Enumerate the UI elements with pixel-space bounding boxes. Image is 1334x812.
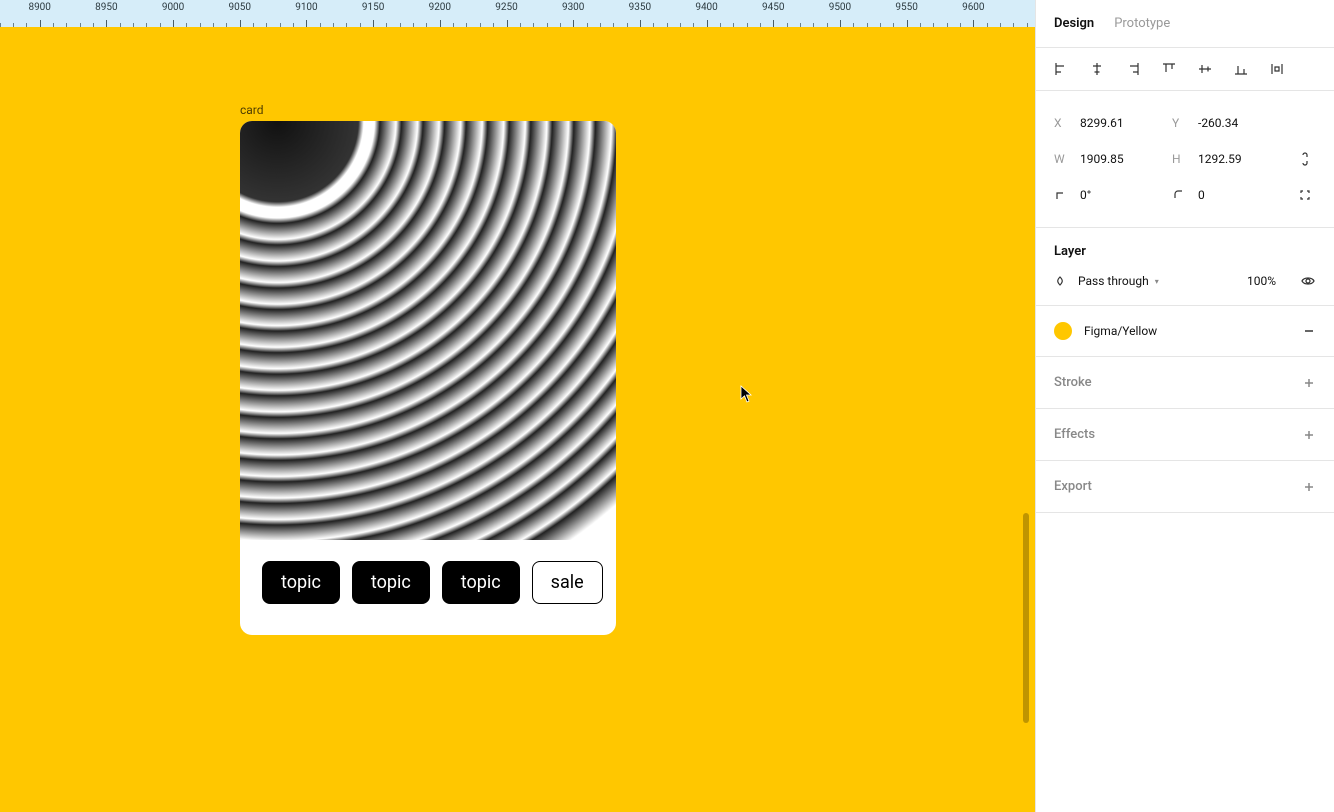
canvas-scrollbar[interactable]	[1023, 513, 1029, 723]
chip-row: topic topic topic sale	[240, 540, 616, 625]
geometry-section: X 8299.61 Y -260.34 W 1909.85 H 1292.59	[1036, 91, 1334, 228]
chip-2[interactable]: topic	[442, 561, 520, 604]
chevron-down-icon: ▾	[1155, 277, 1159, 286]
align-vcenter-icon[interactable]	[1198, 62, 1212, 76]
chip-0[interactable]: topic	[262, 561, 340, 604]
align-right-icon[interactable]	[1126, 62, 1140, 76]
detach-style-icon[interactable]	[1302, 324, 1316, 338]
align-hcenter-icon[interactable]	[1090, 62, 1104, 76]
corner-radius-icon	[1172, 188, 1186, 202]
ruler-tick-label: 8900	[28, 2, 50, 13]
ruler-tick-label: 9500	[829, 2, 851, 13]
align-section	[1036, 48, 1334, 91]
fill-style-name[interactable]: Figma/Yellow	[1084, 324, 1157, 338]
align-top-icon[interactable]	[1162, 62, 1176, 76]
fill-section: Figma/Yellow	[1036, 306, 1334, 357]
w-input[interactable]: 1909.85	[1080, 152, 1124, 166]
blend-mode-icon	[1054, 275, 1066, 287]
ruler-tick-label: 9350	[629, 2, 651, 13]
distribute-icon[interactable]	[1270, 62, 1284, 76]
ruler-tick-label: 9600	[962, 2, 984, 13]
radius-input[interactable]: 0	[1198, 188, 1205, 202]
add-stroke-icon[interactable]	[1302, 376, 1316, 390]
ruler-tick-label: 9450	[762, 2, 784, 13]
x-label: X	[1054, 116, 1068, 130]
layer-section: Layer Pass through ▾ 100%	[1036, 228, 1334, 306]
independent-corners-icon[interactable]	[1298, 188, 1312, 202]
ruler-tick-label: 9100	[295, 2, 317, 13]
stroke-section: Stroke	[1036, 357, 1334, 409]
effects-section: Effects	[1036, 409, 1334, 461]
canvas[interactable]: 8850890089509000905091009150920092509300…	[0, 0, 1035, 812]
panel-tabs: Design Prototype	[1036, 0, 1334, 48]
opacity-input[interactable]: 100%	[1247, 274, 1276, 288]
stroke-title: Stroke	[1054, 375, 1092, 390]
ruler-tick-label: 9300	[562, 2, 584, 13]
y-label: Y	[1172, 116, 1186, 130]
effects-title: Effects	[1054, 427, 1095, 442]
blend-mode-value: Pass through	[1078, 274, 1149, 288]
export-title: Export	[1054, 479, 1092, 494]
w-label: W	[1054, 152, 1068, 166]
export-section: Export	[1036, 461, 1334, 513]
tab-design[interactable]: Design	[1054, 16, 1094, 31]
blend-mode-select[interactable]: Pass through ▾	[1078, 274, 1159, 288]
frame-label[interactable]: card	[240, 103, 264, 117]
align-bottom-icon[interactable]	[1234, 62, 1248, 76]
rotation-icon	[1054, 188, 1068, 202]
ruler-tick-label: 9400	[695, 2, 717, 13]
chip-3[interactable]: sale	[532, 561, 603, 604]
add-export-icon[interactable]	[1302, 480, 1316, 494]
h-input[interactable]: 1292.59	[1198, 152, 1242, 166]
chip-1[interactable]: topic	[352, 561, 430, 604]
tab-prototype[interactable]: Prototype	[1114, 16, 1170, 31]
cursor-icon	[740, 385, 754, 403]
rotation-input[interactable]: 0°	[1080, 188, 1091, 202]
ruler-tick-label: 9050	[229, 2, 251, 13]
ruler-tick-label: 8950	[95, 2, 117, 13]
ruler-tick-label: 9550	[895, 2, 917, 13]
card-frame[interactable]: topic topic topic sale	[240, 121, 616, 635]
constrain-proportions-icon[interactable]	[1298, 152, 1312, 166]
ruler-horizontal[interactable]: 8850890089509000905091009150920092509300…	[0, 0, 1035, 27]
ruler-tick-label: 9250	[495, 2, 517, 13]
properties-panel: Design Prototype X 8299.61 Y -260.34	[1035, 0, 1334, 812]
card-image[interactable]	[240, 121, 616, 540]
visibility-toggle-icon[interactable]	[1300, 273, 1316, 289]
x-input[interactable]: 8299.61	[1080, 116, 1124, 130]
ruler-tick-label: 9000	[162, 2, 184, 13]
h-label: H	[1172, 152, 1186, 166]
layer-title: Layer	[1054, 244, 1316, 259]
y-input[interactable]: -260.34	[1198, 116, 1238, 130]
fill-swatch[interactable]	[1054, 322, 1072, 340]
canvas-body[interactable]: card topic topic topic sale	[0, 27, 1035, 812]
ruler-tick-label: 9200	[429, 2, 451, 13]
add-effect-icon[interactable]	[1302, 428, 1316, 442]
ruler-tick-label: 9150	[362, 2, 384, 13]
align-left-icon[interactable]	[1054, 62, 1068, 76]
